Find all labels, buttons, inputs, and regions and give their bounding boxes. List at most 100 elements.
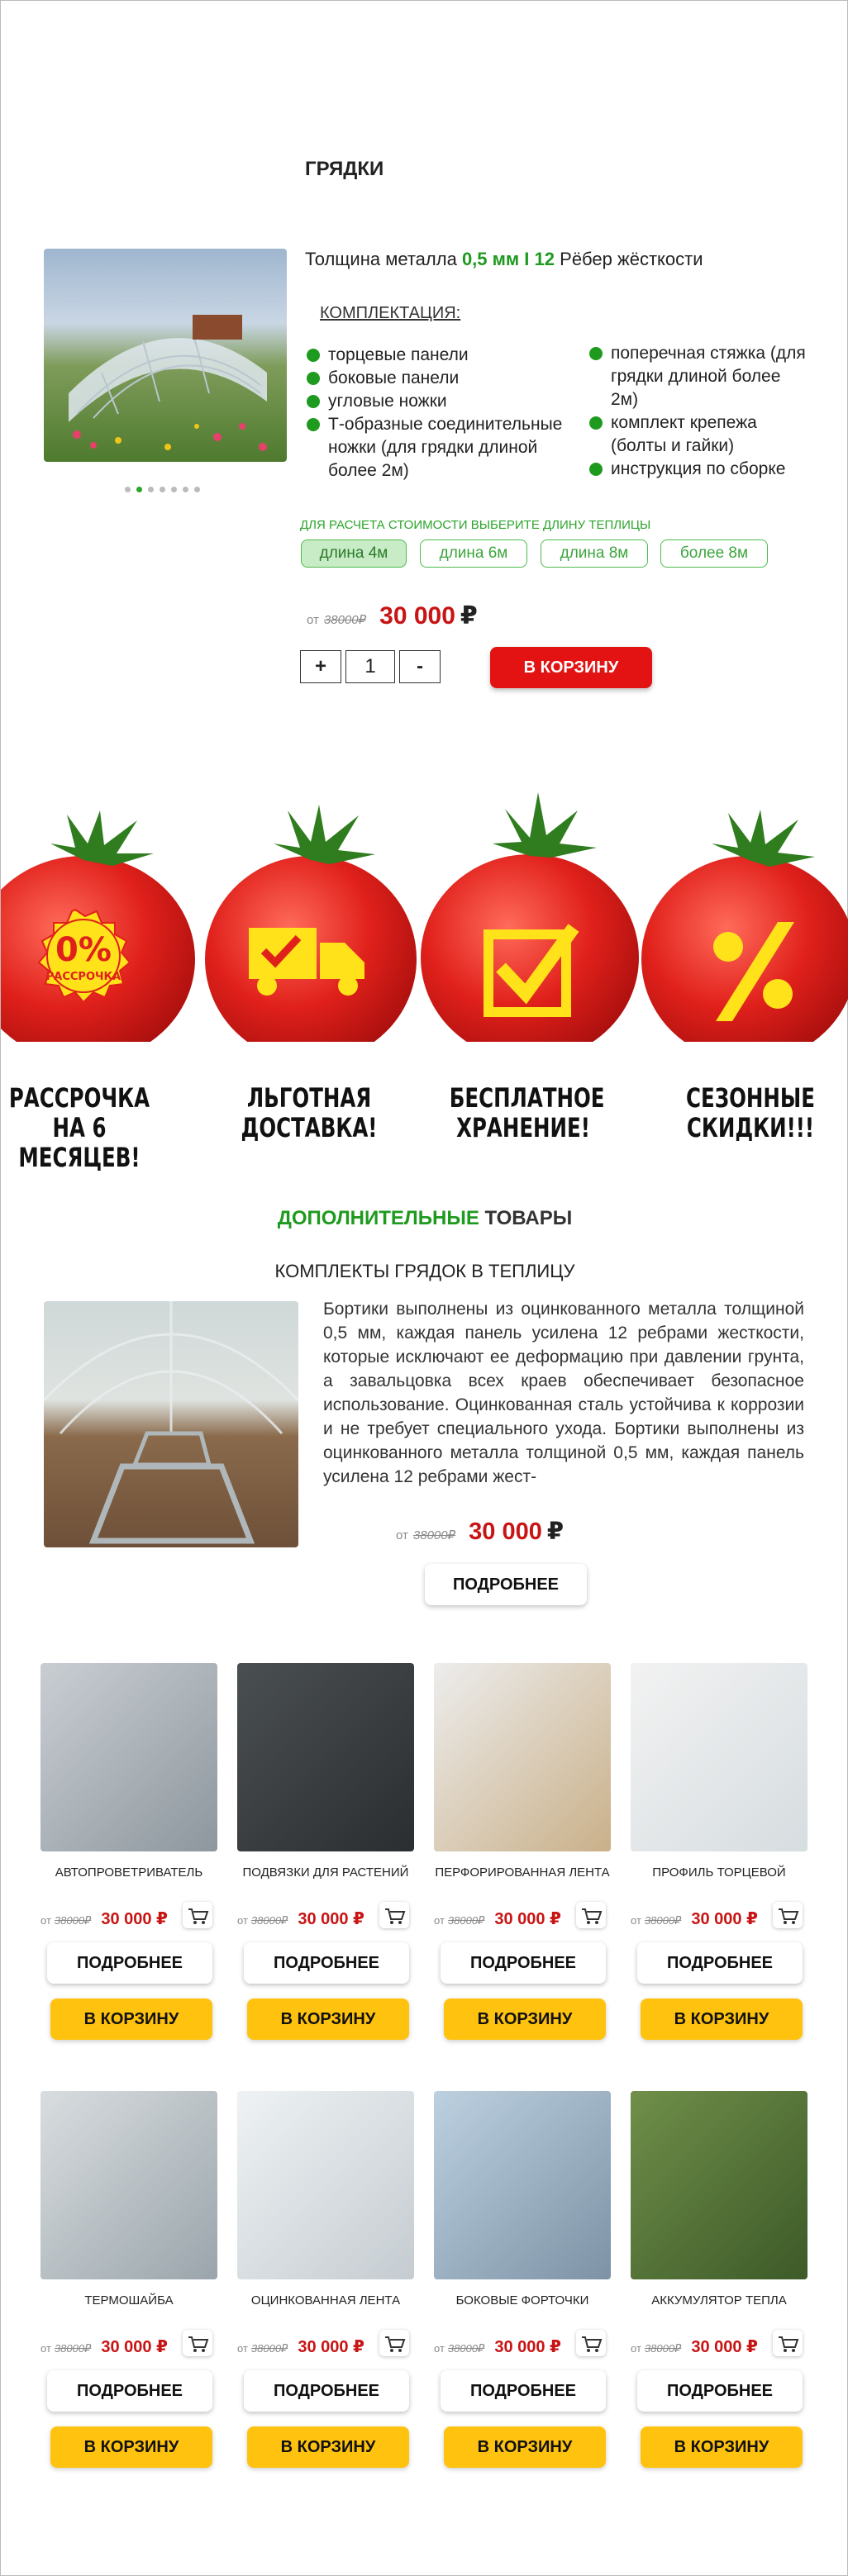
kit-more-button[interactable]: ПОДРОБНЕЕ (425, 1564, 587, 1605)
product-card-more-button[interactable]: ПОДРОБНЕЕ (441, 1942, 606, 1984)
benefit-installment-line2: НА 6 МЕСЯЦЕВ! (18, 1112, 141, 1173)
product-card-image[interactable] (237, 1663, 414, 1851)
cart-icon[interactable] (576, 1902, 606, 1928)
product-card-cart-button[interactable]: В КОРЗИНУ (247, 1999, 409, 2040)
product-card-image[interactable] (237, 2091, 414, 2279)
product-image[interactable] (44, 249, 287, 462)
slider-dot[interactable] (183, 487, 188, 492)
product-card-cart-button[interactable]: В КОРЗИНУ (641, 1999, 803, 2040)
kit-item-text: комплект крепежа (болты и гайки) (611, 413, 757, 455)
product-card-more-button[interactable]: ПОДРОБНЕЕ (637, 2370, 803, 2412)
product-card-cart-button[interactable]: В КОРЗИНУ (444, 2426, 606, 2468)
product-card-cart-button[interactable]: В КОРЗИНУ (444, 1999, 606, 2040)
product-card-name: БОКОВЫЕ ФОРТОЧКИ (455, 2293, 589, 2307)
product-card-price-current: 30 000 ₽ (298, 1910, 364, 1928)
add-to-cart-button[interactable]: В КОРЗИНУ (490, 647, 652, 688)
benefit-discounts-line2: СКИДКИ!!! (686, 1112, 815, 1143)
kit-section-title: КОМПЛЕКТЫ ГРЯДОК В ТЕПЛИЦУ (274, 1261, 575, 1281)
product-card-name: АККУМУЛЯТОР ТЕПЛА (651, 2293, 787, 2307)
product-card-more-button[interactable]: ПОДРОБНЕЕ (244, 2370, 409, 2412)
qty-plus-button[interactable]: + (300, 650, 341, 683)
product-card-price: от 38000₽ 30 000 ₽ (434, 2336, 561, 2357)
benefit-delivery: ЛЬГОТНАЯ ДОСТАВКА! (236, 1083, 384, 1143)
product-card-image[interactable] (434, 1663, 611, 1851)
product-card-cart-button[interactable]: В КОРЗИНУ (50, 1999, 212, 2040)
slider-dot[interactable] (136, 487, 142, 492)
price-currency: ₽ (460, 602, 478, 630)
kit-item-text: поперечная стяжка (для грядки длиной бол… (611, 344, 806, 409)
slider-dots[interactable] (125, 487, 200, 492)
product-card-more-button[interactable]: ПОДРОБНЕЕ (637, 1942, 803, 1984)
product-card-price-old: 38000₽ (644, 2342, 682, 2355)
tomato-2 (205, 805, 417, 1042)
product-card-cart-button[interactable]: В КОРЗИНУ (247, 2426, 409, 2468)
slider-dot[interactable] (160, 487, 165, 492)
product-card-more-button[interactable]: ПОДРОБНЕЕ (47, 1942, 212, 1984)
cart-icon[interactable] (576, 2330, 606, 2356)
product-card-image[interactable] (434, 2091, 611, 2279)
kit-image[interactable] (44, 1301, 298, 1547)
product-card-more-button[interactable]: ПОДРОБНЕЕ (441, 2370, 606, 2412)
kit-item-text: угловые ножки (328, 392, 447, 411)
kit-item-text: инструкция по сборке (611, 459, 786, 478)
length-option-8m[interactable]: длина 8м (541, 539, 648, 568)
product-card-more-button[interactable]: ПОДРОБНЕЕ (47, 2370, 212, 2412)
qty-minus-button[interactable]: - (399, 650, 441, 683)
benefit-installment: РАССРОЧКА НА 6 МЕСЯЦЕВ! (6, 1083, 154, 1172)
kit-item-text: боковые панели (328, 368, 460, 387)
product-card-image[interactable] (40, 2091, 217, 2279)
product-card-price: от 38000₽ 30 000 ₽ (40, 1908, 168, 1929)
product-card-price-from: от (631, 2342, 641, 2355)
product-card-image[interactable] (631, 2091, 808, 2279)
additional-heading-green: ДОПОЛНИТЕЛЬНЫЕ (277, 1207, 479, 1229)
length-option-more-8m[interactable]: более 8м (660, 539, 768, 568)
cart-icon[interactable] (773, 1902, 803, 1928)
product-card-name: АВТОПРОВЕТРИВАТЕЛЬ (55, 1865, 203, 1880)
tomato-4 (641, 810, 848, 1042)
kit-item-text: торцевые панели (328, 345, 469, 364)
cart-icon[interactable] (183, 1902, 212, 1928)
length-option-4m[interactable]: длина 4м (301, 539, 407, 568)
cart-icon[interactable] (773, 2330, 803, 2356)
kit-item-text: Т-образные соединительные ножки (для гря… (328, 415, 563, 480)
bullet-dot-icon (589, 463, 603, 476)
product-card-more-button[interactable]: ПОДРОБНЕЕ (244, 1942, 409, 1984)
kit-item: угловые ножки (307, 390, 579, 413)
cart-icon[interactable] (379, 2330, 409, 2356)
bullet-dot-icon (589, 347, 603, 360)
product-card-cart-button[interactable]: В КОРЗИНУ (50, 2426, 212, 2468)
length-option-6m[interactable]: длина 6м (420, 539, 527, 568)
bullet-dot-icon (307, 349, 320, 362)
product-card-name: ОЦИНКОВАННАЯ ЛЕНТА (250, 2293, 401, 2307)
product-card-price: от 38000₽ 30 000 ₽ (237, 1908, 364, 1929)
kit-item: инструкция по сборке (589, 458, 812, 481)
product-card-cart-button[interactable]: В КОРЗИНУ (641, 2426, 803, 2468)
product-card-price: от 38000₽ 30 000 ₽ (40, 2336, 168, 2357)
kit-price-current: 30 000 (469, 1519, 542, 1545)
badge-pct: 0% (55, 931, 112, 969)
slider-dot[interactable] (148, 487, 154, 492)
spec-ribs-num: 12 (534, 249, 555, 269)
product-card-image[interactable] (40, 1663, 217, 1851)
kit-item: Т-образные соединительные ножки (для гря… (307, 413, 579, 482)
qty-input[interactable]: 1 (345, 650, 395, 683)
benefit-discounts: СЕЗОННЫЕ СКИДКИ!!! (677, 1083, 825, 1143)
slider-dot[interactable] (171, 487, 177, 492)
benefit-delivery-line1: ЛЬГОТНАЯ (246, 1082, 372, 1114)
product-card-price-current: 30 000 ₽ (101, 1910, 168, 1928)
benefit-storage: БЕСПЛАТНОЕ ХРАНЕНИЕ! (450, 1083, 605, 1143)
product-card-price-old: 38000₽ (447, 1914, 485, 1927)
spec-line: Толщина металла 0,5 мм I 12 Рёбер жёстко… (305, 249, 703, 270)
kit-price-old: 38000₽ (412, 1528, 456, 1542)
product-card-image[interactable] (631, 1663, 808, 1851)
cart-icon[interactable] (379, 1902, 409, 1928)
product-card-price-from: от (237, 1914, 248, 1927)
kit-list-left: торцевые панели боковые панели угловые нож… (307, 344, 579, 482)
product-card-price-current: 30 000 ₽ (298, 2338, 364, 2356)
greenhouse-photo (69, 315, 267, 451)
slider-dot[interactable] (194, 487, 200, 492)
product-card-price-old: 38000₽ (250, 1914, 288, 1927)
cart-icon[interactable] (183, 2330, 212, 2356)
price-block: от 38000₽ 30 000 ₽ (307, 601, 478, 630)
slider-dot[interactable] (125, 487, 131, 492)
